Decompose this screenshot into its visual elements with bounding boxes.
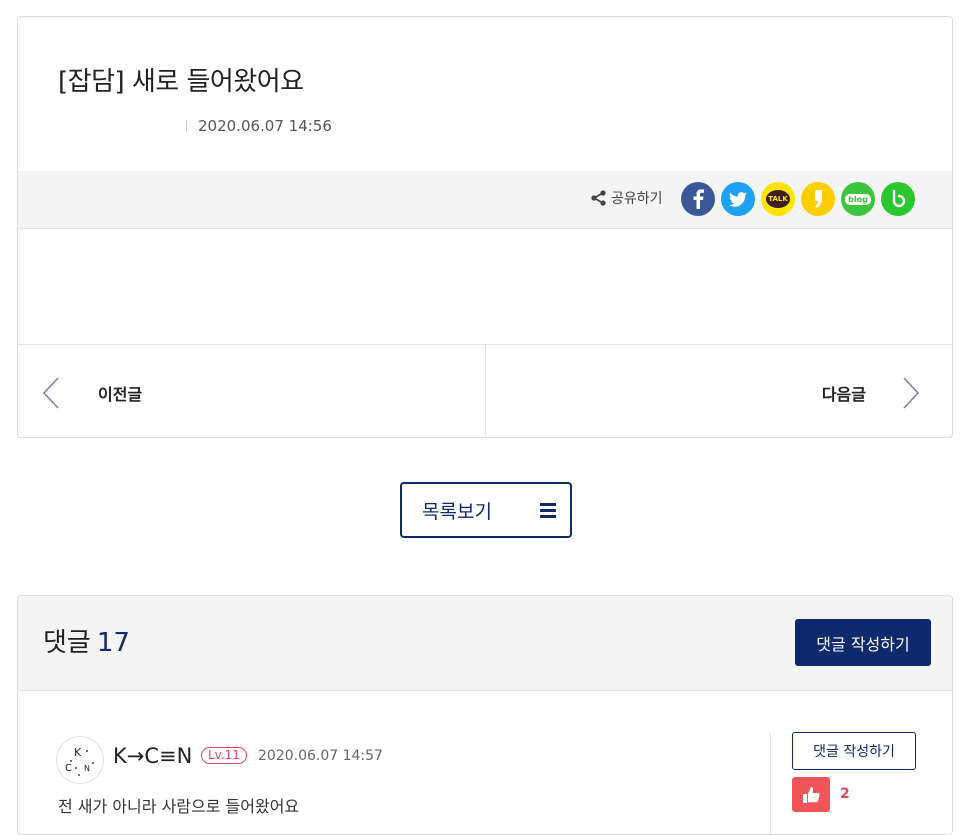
svg-text:K: K bbox=[74, 746, 82, 759]
chevron-right-icon bbox=[903, 377, 920, 409]
post-navigation: 이전글 다음글 bbox=[18, 344, 953, 437]
post-title: [잡담] 새로 들어왔어요 bbox=[58, 67, 304, 97]
share-label-text: 공유하기 bbox=[611, 191, 663, 207]
kakaotalk-bubble: TALK bbox=[766, 190, 790, 208]
kakaotalk-icon[interactable]: TALK bbox=[761, 182, 795, 216]
comment-divider bbox=[770, 733, 771, 834]
avatar: K C N bbox=[56, 736, 104, 784]
prev-post-link[interactable]: 이전글 bbox=[18, 345, 486, 437]
avatar-sketch-icon: K C N bbox=[65, 746, 94, 776]
list-view-label: 목록보기 bbox=[422, 501, 492, 523]
comment-text: 전 새가 아니라 사람으로 들어왔어요 bbox=[58, 797, 300, 816]
comment-time: 2020.06.07 14:57 bbox=[258, 748, 383, 764]
comments-section: 댓글 17 댓글 작성하기 K C N K→C≡N Lv.11 2020.06.0… bbox=[17, 595, 953, 835]
comment-author[interactable]: K→C≡N bbox=[113, 744, 192, 768]
comments-title-text: 댓글 bbox=[43, 628, 91, 658]
share-label[interactable]: 공유하기 bbox=[590, 188, 663, 208]
prev-post-label: 이전글 bbox=[98, 385, 143, 404]
post-date: 2020.06.07 14:56 bbox=[198, 117, 332, 135]
post-meta: 2020.06.07 14:56 bbox=[186, 117, 332, 135]
reply-button[interactable]: 댓글 작성하기 bbox=[792, 732, 916, 770]
next-post-label: 다음글 bbox=[821, 385, 866, 404]
svg-text:C: C bbox=[65, 763, 72, 774]
level-badge: Lv.11 bbox=[201, 747, 247, 764]
facebook-icon[interactable] bbox=[681, 182, 715, 216]
share-icon bbox=[591, 190, 606, 206]
naver-blog-icon[interactable]: blog bbox=[841, 182, 875, 216]
meta-divider bbox=[186, 120, 187, 132]
thumbs-up-icon bbox=[803, 786, 820, 803]
comment-item: K C N K→C≡N Lv.11 2020.06.07 14:57 전 새가 … bbox=[18, 691, 952, 834]
share-bar: 공유하기 TALK blog bbox=[18, 171, 952, 229]
kakaostory-icon[interactable] bbox=[801, 182, 835, 216]
band-icon[interactable] bbox=[881, 182, 915, 216]
svg-text:N: N bbox=[84, 764, 90, 773]
comments-count: 17 bbox=[96, 628, 130, 658]
next-post-link[interactable]: 다음글 bbox=[486, 345, 953, 437]
blog-label: blog bbox=[845, 193, 871, 205]
chevron-left-icon bbox=[42, 377, 59, 409]
twitter-icon[interactable] bbox=[721, 182, 755, 216]
post-card: [잡담] 새로 들어왔어요 2020.06.07 14:56 공유하기 TALK bbox=[17, 16, 953, 438]
post-body bbox=[18, 229, 952, 344]
write-comment-button[interactable]: 댓글 작성하기 bbox=[795, 619, 931, 666]
comments-title: 댓글 17 bbox=[43, 622, 130, 659]
comments-header: 댓글 17 댓글 작성하기 bbox=[18, 596, 952, 691]
list-view-button[interactable]: 목록보기 bbox=[400, 482, 572, 538]
share-icons: TALK blog bbox=[681, 182, 915, 216]
hamburger-icon bbox=[540, 503, 556, 518]
like-button[interactable] bbox=[792, 777, 830, 812]
like-count: 2 bbox=[840, 786, 850, 802]
